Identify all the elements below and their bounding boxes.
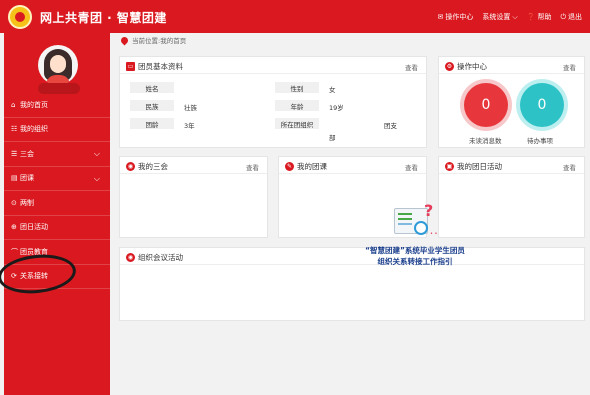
logout-link[interactable]: ⏻ 退出 — [560, 12, 582, 22]
view-more-link[interactable]: 查看 — [405, 162, 418, 172]
age-label: 年龄 — [275, 100, 319, 111]
panel-title: 组织会议活动 — [138, 253, 183, 262]
ethnicity-label: 民族 — [130, 100, 174, 111]
org-value-a: 团支 — [384, 122, 397, 130]
ops-center-panel: ⚙ 操作中心 查看 0 0 未读消息数 待办事项 — [438, 56, 585, 148]
view-more-link[interactable]: 查看 — [405, 62, 418, 72]
ops-center-link[interactable]: ✉ 操作中心 — [438, 12, 474, 22]
avatar[interactable] — [38, 45, 78, 85]
unread-label: 未读消息数 — [469, 137, 502, 145]
sidebar-item-league-class[interactable]: ▤ 团课 ⌵ — [4, 167, 110, 191]
guide-caption-line1: “智慧团建”系统毕业学生团员 — [365, 246, 465, 255]
chevron-down-icon: ⌵ — [512, 12, 518, 21]
panel-title: 我的三会 — [138, 162, 168, 171]
org-icon: ☷ — [11, 125, 18, 134]
location-pin-icon — [119, 35, 130, 45]
unread-count-badge[interactable]: 0 — [464, 83, 508, 127]
id-card-icon: ▭ — [126, 62, 135, 71]
panel-title: 团员基本资料 — [138, 62, 183, 71]
view-more-link[interactable]: 查看 — [563, 162, 576, 172]
computer-question-illustration: ? • • — [394, 201, 440, 243]
panel-title: 操作中心 — [457, 62, 487, 71]
sidebar-item-two-systems[interactable]: ⊙ 两制 — [4, 191, 110, 216]
breadcrumb: 当前位置:我的首页 — [119, 35, 186, 45]
app-title: 网上共青团 · 智慧团建 — [40, 11, 167, 25]
league-age-value: 3年 — [184, 122, 195, 130]
meeting-icon: ◉ — [126, 162, 135, 171]
education-icon: ⌒ — [11, 247, 18, 256]
gender-value: 女 — [329, 86, 336, 94]
name-label: 姓名 — [130, 82, 174, 93]
guide-caption: “智慧团建”系统毕业学生团员 组织关系转接工作指引 — [350, 245, 480, 267]
panel-title: 我的团课 — [297, 162, 327, 171]
folder-icon: ▤ — [11, 174, 18, 183]
view-more-link[interactable]: 查看 — [563, 62, 576, 72]
activity-icon: ⊕ — [11, 223, 17, 232]
meeting-icon: ◉ — [126, 253, 135, 262]
chevron-down-icon: ⌵ — [93, 149, 100, 158]
mail-icon: ✉ — [437, 13, 444, 21]
sidebar-item-home[interactable]: ⌂ 我的首页 — [4, 93, 110, 118]
top-header: 网上共青团 · 智慧团建 ✉ 操作中心 系统设置 ⌵ ❓ 帮助 ⏻ 退出 — [0, 0, 590, 33]
sidebar-item-league-day[interactable]: ⊕ 团日活动 — [4, 216, 110, 240]
panel-title: 我的团日活动 — [457, 162, 502, 171]
sidebar-item-three-meetings[interactable]: ☰ 三会 ⌵ — [4, 142, 110, 167]
help-link[interactable]: ❓ 帮助 — [527, 12, 552, 22]
sidebar: ⌂ 我的首页 ☷ 我的组织 ☰ 三会 ⌵ ▤ 团课 ⌵ ⊙ 两制 ⊕ 团日活动 ⌒ 团员教育 ⟳ 关… — [4, 33, 110, 395]
league-logo-icon — [8, 5, 32, 29]
gender-label: 性别 — [275, 82, 319, 93]
three-meetings-panel: ◉ 我的三会 查看 — [119, 156, 268, 238]
system-settings-menu[interactable]: 系统设置 ⌵ — [482, 12, 517, 22]
todo-count-badge[interactable]: 0 — [520, 83, 564, 127]
member-info-panel: ▭ 团员基本资料 查看 姓名 性别 女 民族 壮族 年龄 19岁 团龄 3年 所在… — [119, 56, 427, 148]
ethnicity-value: 壮族 — [184, 104, 197, 112]
help-icon: ❓ — [526, 13, 536, 21]
todo-label: 待办事项 — [527, 137, 553, 145]
guide-overlay: ? • • “智慧团建”系统毕业学生团员 组织关系转接工作指引 — [350, 201, 480, 270]
guide-caption-line2: 组织关系转接工作指引 — [377, 257, 453, 266]
org-label: 所在团组织 — [275, 118, 319, 129]
plus-circle-icon: ⊙ — [11, 198, 17, 207]
sidebar-item-my-org[interactable]: ☷ 我的组织 — [4, 118, 110, 142]
age-value: 19岁 — [329, 104, 344, 112]
calendar-icon: ▣ — [445, 162, 454, 171]
org-value-b: 部 — [329, 134, 336, 142]
power-icon: ⏻ — [560, 12, 566, 21]
chevron-down-icon: ⌵ — [93, 173, 100, 183]
edit-icon: ✎ — [285, 162, 294, 171]
gear-icon: ⚙ — [445, 62, 454, 71]
league-age-label: 团龄 — [130, 118, 174, 129]
list-icon: ☰ — [11, 149, 18, 158]
view-more-link[interactable]: 查看 — [246, 162, 259, 172]
top-menu: ✉ 操作中心 系统设置 ⌵ ❓ 帮助 ⏻ 退出 — [438, 12, 582, 22]
home-icon: ⌂ — [11, 100, 16, 109]
